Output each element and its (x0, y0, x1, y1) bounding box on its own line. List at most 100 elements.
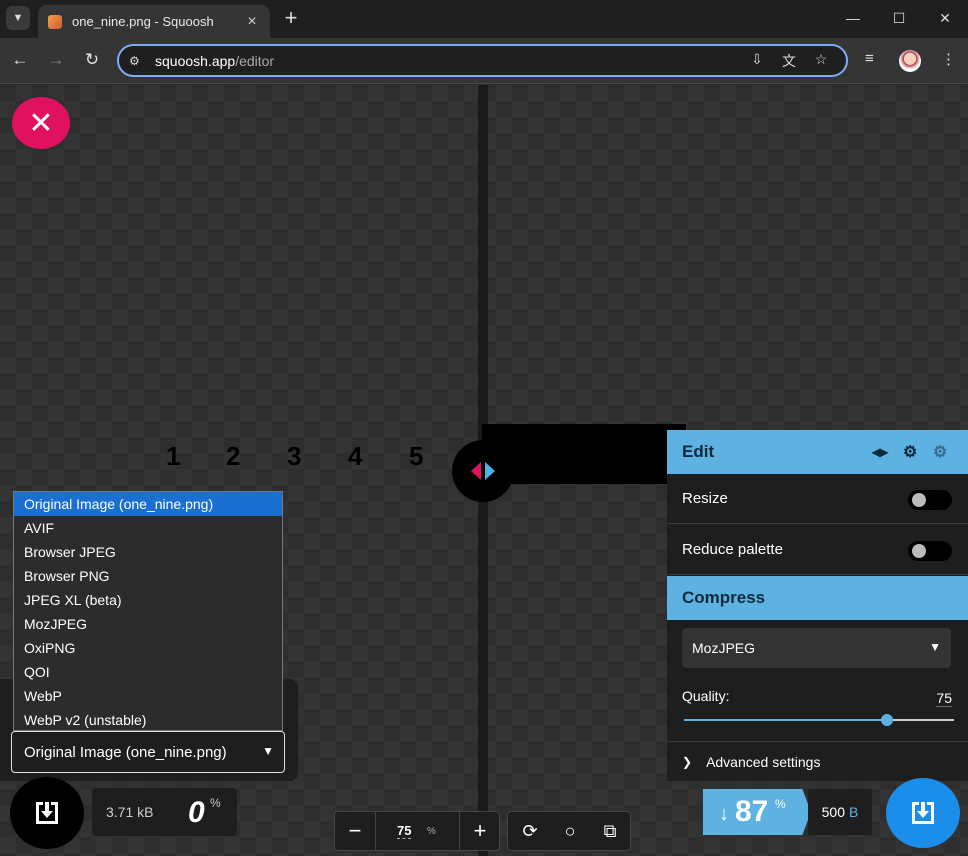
settings-panel: Edit ◂▸ ⚙ ⚙ Resize Reduce palette Compre… (667, 430, 968, 781)
original-percent-sign: % (210, 796, 221, 810)
split-handle[interactable] (452, 440, 514, 502)
dropdown-option[interactable]: WebP v2 (unstable) (14, 708, 282, 732)
compress-header: Compress (667, 576, 968, 620)
reduce-palette-row: Reduce palette (667, 525, 968, 575)
chevron-right-icon: ❯ (682, 754, 693, 769)
resize-toggle[interactable] (908, 490, 952, 510)
chevron-down-icon: ▼ (262, 744, 274, 758)
url-path: /editor (235, 52, 275, 69)
dropdown-option[interactable]: MozJPEG (14, 612, 282, 636)
codec-dropdown-list[interactable]: Original Image (one_nine.png) AVIF Brows… (13, 491, 283, 731)
arrow-left-icon (471, 462, 481, 480)
reduce-palette-toggle[interactable] (908, 541, 952, 561)
squoosh-favicon-icon (48, 14, 62, 29)
zoom-unit: % (427, 826, 436, 837)
close-icon: ✕ (28, 106, 54, 140)
background-toggle-icon[interactable]: ○ (550, 812, 590, 850)
image-digit: 1 (166, 441, 181, 471)
down-arrow-icon: ↓ (719, 803, 729, 825)
dropdown-option[interactable]: WebP (14, 684, 282, 708)
address-bar[interactable]: ⚙ squoosh.app/editor ⇩ 文 ☆ (117, 44, 848, 77)
quality-input[interactable]: 75 (936, 690, 952, 707)
chevron-down-icon: ▼ (929, 640, 941, 654)
dropdown-option[interactable]: Browser JPEG (14, 540, 282, 564)
toggle-knob (912, 544, 926, 558)
savings-badge: ↓ 87 % (703, 789, 811, 835)
dropdown-option[interactable]: Browser PNG (14, 564, 282, 588)
original-size-info: 3.71 kB 0 % (92, 788, 237, 836)
zoom-out-button[interactable]: − (335, 812, 375, 850)
edit-header: Edit ◂▸ ⚙ ⚙ (667, 430, 968, 474)
dropdown-option[interactable]: QOI (14, 660, 282, 684)
resize-row: Resize (667, 474, 968, 524)
zoom-in-button[interactable]: + (460, 812, 500, 850)
toggle-knob (912, 493, 926, 507)
site-settings-icon[interactable]: ⚙ (129, 54, 149, 68)
menu-icon[interactable]: ⋮ (941, 50, 956, 68)
codec-select[interactable]: MozJPEG ▼ (682, 628, 951, 668)
original-percent: 0 (188, 796, 205, 829)
codec-value: MozJPEG (692, 640, 756, 656)
browser-tabbar: ▼ one_nine.png - Squoosh × + — ☐ ✕ (0, 0, 968, 38)
download-icon (912, 802, 934, 824)
download-icon (36, 802, 58, 824)
translate-icon[interactable]: 文 (779, 51, 799, 71)
reduce-palette-label: Reduce palette (682, 541, 783, 558)
dropdown-option[interactable]: JPEG XL (beta) (14, 588, 282, 612)
image-digit: 5 (409, 441, 424, 471)
original-size: 3.71 kB (106, 804, 154, 820)
image-digit: 2 (226, 441, 241, 471)
arrow-right-icon (485, 462, 495, 480)
download-original-button[interactable] (10, 777, 84, 849)
compressed-size-value: 500 (821, 804, 845, 820)
quality-slider[interactable] (684, 714, 954, 726)
advanced-settings-label: Advanced settings (706, 753, 821, 770)
url-host: squoosh.app (155, 52, 236, 69)
quality-slider-thumb[interactable] (880, 714, 893, 726)
forward-icon[interactable]: → (44, 48, 68, 72)
savings-percent: 87 (735, 795, 769, 828)
save-settings-icon[interactable]: ⚙ (903, 442, 917, 462)
browser-tab[interactable]: one_nine.png - Squoosh × (38, 5, 270, 38)
zoom-separator (375, 812, 376, 850)
import-settings-icon[interactable]: ⚙ (933, 442, 947, 462)
profile-avatar[interactable] (899, 50, 921, 72)
maximize-icon[interactable]: ☐ (876, 0, 922, 36)
reload-icon[interactable]: ↻ (80, 48, 104, 72)
quality-label: Quality: (682, 688, 730, 704)
browser-toolbar: ← → ↻ ⚙ squoosh.app/editor ⇩ 文 ☆ ≡ ⋮ (0, 38, 968, 84)
window-close-icon[interactable]: ✕ (922, 0, 968, 36)
image-digit: 4 (348, 441, 363, 471)
view-tools: ⟳ ○ ⧉ (507, 811, 631, 851)
minimize-icon[interactable]: — (830, 0, 876, 36)
left-codec-value: Original Image (one_nine.png) (24, 743, 227, 761)
image-digit: 3 (287, 441, 302, 471)
edit-title: Edit (682, 442, 715, 461)
compress-title: Compress (682, 588, 766, 607)
dropdown-option[interactable]: Original Image (one_nine.png) (14, 492, 282, 516)
compressed-size: 500 B (808, 789, 872, 835)
resize-label: Resize (682, 490, 728, 507)
tab-search-icon[interactable]: ▼ (6, 6, 30, 30)
advanced-settings-toggle[interactable]: ❯ Advanced settings (667, 741, 968, 781)
quality-slider-fill (684, 719, 887, 721)
dropdown-option[interactable]: OxiPNG (14, 636, 282, 660)
left-codec-select[interactable]: Original Image (one_nine.png) ▼ (11, 731, 285, 773)
side-by-side-icon[interactable]: ⧉ (590, 812, 630, 850)
zoom-input[interactable]: 75 (397, 823, 412, 839)
rotate-icon[interactable]: ⟳ (510, 812, 550, 850)
savings-percent-sign: % (775, 797, 786, 811)
back-icon[interactable]: ← (8, 48, 32, 72)
reading-list-icon[interactable]: ≡ (865, 50, 874, 67)
zoom-controls: − 75 % + (334, 811, 500, 851)
tab-title: one_nine.png - Squoosh (72, 14, 214, 29)
bookmark-star-icon[interactable]: ☆ (811, 51, 831, 68)
tab-close-icon[interactable]: × (244, 13, 260, 31)
copy-settings-icon[interactable]: ◂▸ (872, 442, 888, 462)
download-compressed-button[interactable] (886, 778, 960, 848)
compressed-size-unit: B (849, 804, 859, 820)
install-app-icon[interactable]: ⇩ (747, 51, 767, 68)
new-tab-icon[interactable]: + (279, 6, 303, 30)
close-editor-button[interactable]: ✕ (12, 97, 70, 149)
dropdown-option[interactable]: AVIF (14, 516, 282, 540)
